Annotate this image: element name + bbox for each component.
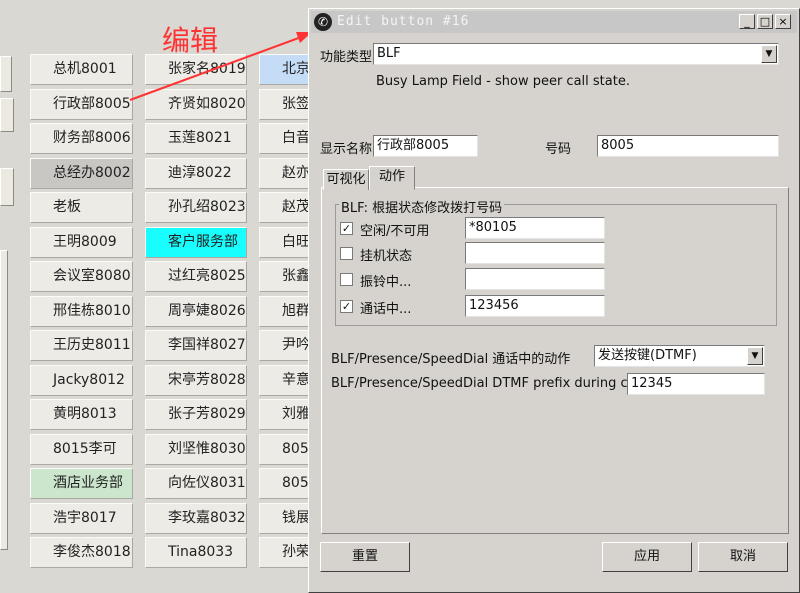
close-button[interactable]: × xyxy=(775,14,791,29)
state-input-idle[interactable]: *80105 xyxy=(465,217,605,239)
display-name-input[interactable]: 行政部8005 xyxy=(373,135,478,157)
action-label: BLF/Presence/SpeedDial 通话中的动作 xyxy=(331,352,571,367)
minimize-button[interactable]: _ xyxy=(739,14,755,29)
state-input-incall[interactable]: 123456 xyxy=(465,295,605,317)
display-name-label: 显示名称 xyxy=(320,142,373,157)
state-label-ringing: 振铃中... xyxy=(360,275,412,290)
function-type-select[interactable]: BLF ▼ xyxy=(373,43,779,65)
action-value: 发送按键(DTMF) xyxy=(598,348,697,363)
dtmf-prefix-label: BLF/Presence/SpeedDial DTMF prefix durin… xyxy=(331,376,643,391)
state-label-incall: 通话中... xyxy=(360,302,412,317)
cancel-button[interactable]: 取消 xyxy=(698,542,788,572)
dropdown-arrow-icon[interactable]: ▼ xyxy=(747,347,763,365)
reset-button[interactable]: 重置 xyxy=(320,542,410,572)
group-title: BLF: 根据状态修改拨打号码 xyxy=(339,197,505,216)
edit-button-dialog: ✆ Edit button #16 _ □ × 功能类型 BLF ▼ Busy … xyxy=(308,8,800,593)
state-label-onhook: 挂机状态 xyxy=(360,249,413,264)
dropdown-arrow-icon[interactable]: ▼ xyxy=(761,45,777,63)
tab-action[interactable]: 动作 xyxy=(369,166,415,190)
state-input-ringing[interactable] xyxy=(465,268,605,290)
checkbox-incall[interactable]: ✓ xyxy=(340,300,353,313)
maximize-button[interactable]: □ xyxy=(757,14,773,29)
function-type-value: BLF xyxy=(377,46,401,61)
state-label-idle: 空闲/不可用 xyxy=(360,224,430,239)
dialog-title: Edit button #16 xyxy=(337,14,470,29)
title-bar[interactable]: ✆ Edit button #16 _ □ × xyxy=(311,11,797,33)
checkbox-ringing[interactable] xyxy=(340,273,353,286)
apply-button[interactable]: 应用 xyxy=(602,542,692,572)
dtmf-prefix-input[interactable]: 12345 xyxy=(627,373,765,395)
tab-visual[interactable]: 可视化 xyxy=(323,169,369,190)
state-input-onhook[interactable] xyxy=(465,242,605,264)
phone-icon: ✆ xyxy=(314,13,332,31)
number-label: 号码 xyxy=(545,142,572,157)
number-input[interactable]: 8005 xyxy=(597,135,779,157)
action-select[interactable]: 发送按键(DTMF) ▼ xyxy=(594,345,765,367)
function-type-label: 功能类型 xyxy=(320,50,373,65)
checkbox-onhook[interactable] xyxy=(340,247,353,260)
function-description: Busy Lamp Field - show peer call state. xyxy=(376,74,630,89)
checkbox-idle[interactable]: ✓ xyxy=(340,222,353,235)
